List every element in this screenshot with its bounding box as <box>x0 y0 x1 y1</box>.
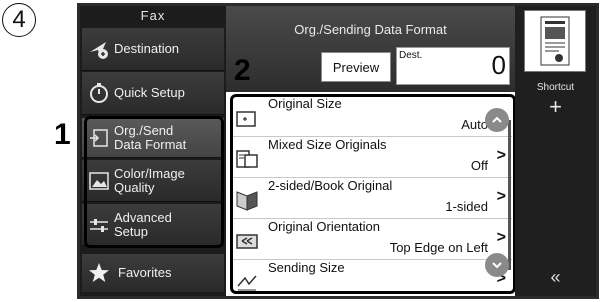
sidebar-item-quick-setup[interactable]: Quick Setup <box>82 72 224 115</box>
stopwatch-icon <box>88 82 110 104</box>
sidebar-title: Fax <box>140 8 166 23</box>
star-icon <box>88 262 110 284</box>
scrollbar[interactable] <box>508 120 511 270</box>
scroll-down-button[interactable] <box>485 253 509 277</box>
favorites-button[interactable]: Favorites <box>82 254 224 292</box>
list-highlight <box>230 94 516 294</box>
shortcut-label: Shortcut <box>536 82 575 93</box>
selection-highlight <box>84 116 224 248</box>
destination-icon <box>88 38 110 60</box>
page-title: Org./Sending Data Format <box>294 22 447 37</box>
sidebar-item-destination[interactable]: Destination <box>82 28 224 71</box>
step-number: 4 <box>2 3 36 37</box>
callout-1: 1 <box>54 118 71 151</box>
add-shortcut-button[interactable]: + <box>515 94 596 120</box>
dest-count: 0 <box>491 50 506 80</box>
favorites-label: Favorites <box>118 265 172 280</box>
dest-label: Dest. <box>399 50 423 61</box>
document-preview-icon <box>540 16 570 66</box>
sidebar-item-label: Destination <box>114 41 180 56</box>
callout-2: 2 <box>234 54 251 87</box>
document-thumbnail[interactable] <box>524 10 586 72</box>
chevron-down-icon <box>492 262 502 269</box>
chevron-up-icon <box>492 116 502 123</box>
sidebar-item-label: Quick Setup <box>114 85 185 100</box>
collapse-panel-button[interactable]: « <box>515 267 596 288</box>
preview-button[interactable]: Preview <box>321 52 391 82</box>
scroll-up-button[interactable] <box>485 108 509 132</box>
